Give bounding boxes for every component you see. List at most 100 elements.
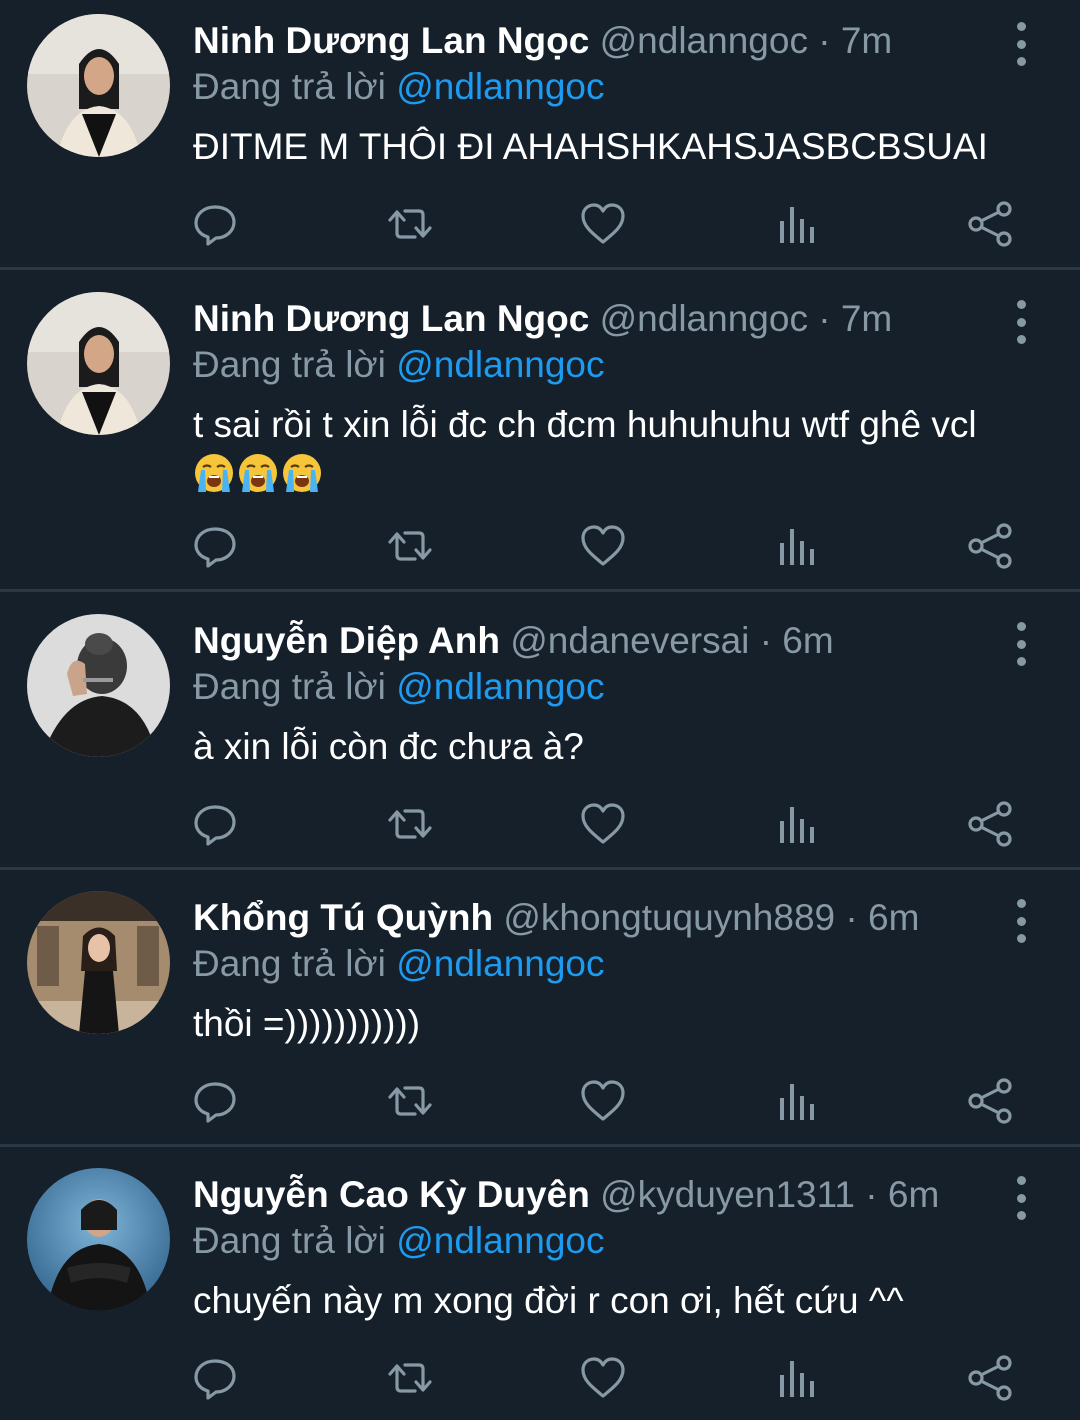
reply-button[interactable]: [190, 799, 240, 849]
timestamp[interactable]: 7m: [841, 20, 892, 61]
timestamp[interactable]: 7m: [841, 298, 892, 339]
reply-icon: [190, 521, 240, 571]
more-vertical-icon: [1016, 22, 1026, 31]
reply-mention-link[interactable]: @ndlanngoc: [396, 943, 604, 984]
share-button[interactable]: [966, 199, 1016, 249]
tweet-header: Ninh Dương Lan Ngọc @ndlanngoc · 7m: [193, 296, 990, 342]
tweet-item[interactable]: Nguyễn Diệp Anh @ndaneversai · 6m Đang t…: [0, 592, 1080, 870]
display-name[interactable]: Khổng Tú Quỳnh: [193, 897, 493, 938]
heart-icon: [578, 1076, 628, 1126]
reply-icon: [190, 1076, 240, 1126]
analytics-icon: [771, 1353, 821, 1403]
share-icon: [966, 1353, 1016, 1403]
emoji-row: [193, 448, 1020, 494]
display-name[interactable]: Nguyễn Cao Kỳ Duyên: [193, 1174, 590, 1215]
tweet-item[interactable]: Ninh Dương Lan Ngọc @ndlanngoc · 7m Đang…: [0, 270, 1080, 592]
analytics-icon: [771, 521, 821, 571]
retweet-button[interactable]: [385, 199, 435, 249]
timestamp[interactable]: 6m: [868, 897, 919, 938]
like-button[interactable]: [578, 799, 628, 849]
avatar[interactable]: [27, 1168, 170, 1311]
retweet-icon: [385, 521, 435, 571]
reply-button[interactable]: [190, 521, 240, 571]
analytics-button[interactable]: [771, 521, 821, 571]
separator-dot: ·: [818, 20, 831, 61]
reply-mention-link[interactable]: @ndlanngoc: [396, 666, 604, 707]
analytics-button[interactable]: [771, 1076, 821, 1126]
avatar-photo-icon: [27, 1168, 170, 1311]
timestamp[interactable]: 6m: [782, 620, 833, 661]
replying-to-label: Đang trả lời: [193, 666, 386, 707]
separator-dot: ·: [759, 620, 773, 661]
more-options-button[interactable]: [1006, 300, 1036, 344]
replying-to: Đang trả lời @ndlanngoc: [193, 64, 605, 110]
retweet-button[interactable]: [385, 1076, 435, 1126]
loudly-crying-face-icon: [283, 454, 321, 493]
tweet-header: Ninh Dương Lan Ngọc @ndlanngoc · 7m: [193, 18, 990, 64]
reply-mention-link[interactable]: @ndlanngoc: [396, 1220, 604, 1261]
retweet-button[interactable]: [385, 799, 435, 849]
user-handle[interactable]: @kyduyen1311: [600, 1174, 855, 1215]
like-button[interactable]: [578, 1353, 628, 1403]
user-handle[interactable]: @ndaneversai: [510, 620, 749, 661]
reply-mention-link[interactable]: @ndlanngoc: [396, 344, 604, 385]
analytics-button[interactable]: [771, 799, 821, 849]
share-icon: [966, 199, 1016, 249]
replying-to: Đang trả lời @ndlanngoc: [193, 941, 605, 987]
tweet-text: t sai rồi t xin lỗi đc ch đcm huhuhuhu w…: [193, 404, 977, 445]
more-options-button[interactable]: [1006, 1176, 1036, 1220]
avatar[interactable]: [27, 292, 170, 435]
reply-button[interactable]: [190, 199, 240, 249]
tweet-actions: [0, 1076, 1080, 1126]
share-button[interactable]: [966, 521, 1016, 571]
separator-dot: ·: [818, 298, 831, 339]
reply-icon: [190, 1353, 240, 1403]
reply-button[interactable]: [190, 1076, 240, 1126]
tweet-text: à xin lỗi còn đc chưa à?: [193, 726, 584, 767]
retweet-button[interactable]: [385, 521, 435, 571]
replying-to: Đang trả lời @ndlanngoc: [193, 664, 605, 710]
retweet-button[interactable]: [385, 1353, 435, 1403]
tweet-item[interactable]: Nguyễn Cao Kỳ Duyên @kyduyen1311 · 6m Đa…: [0, 1147, 1080, 1420]
tweet-item[interactable]: Khổng Tú Quỳnh @khongtuquynh889 · 6m Đan…: [0, 870, 1080, 1147]
heart-icon: [578, 799, 628, 849]
avatar-photo-icon: [27, 614, 170, 757]
tweet-item[interactable]: Ninh Dương Lan Ngọc @ndlanngoc · 7m Đang…: [0, 0, 1080, 270]
more-options-button[interactable]: [1006, 899, 1036, 943]
avatar[interactable]: [27, 14, 170, 157]
timestamp[interactable]: 6m: [888, 1174, 939, 1215]
heart-icon: [578, 521, 628, 571]
separator-dot: ·: [845, 897, 858, 938]
more-options-button[interactable]: [1006, 622, 1036, 666]
tweet-header: Nguyễn Cao Kỳ Duyên @kyduyen1311 · 6m: [193, 1172, 990, 1218]
retweet-icon: [385, 799, 435, 849]
like-button[interactable]: [578, 1076, 628, 1126]
analytics-button[interactable]: [771, 199, 821, 249]
display-name[interactable]: Ninh Dương Lan Ngọc: [193, 20, 589, 61]
tweet-actions: [0, 799, 1080, 849]
avatar[interactable]: [27, 891, 170, 1034]
reply-mention-link[interactable]: @ndlanngoc: [396, 66, 604, 107]
share-button[interactable]: [966, 1353, 1016, 1403]
user-handle[interactable]: @khongtuquynh889: [503, 897, 835, 938]
display-name[interactable]: Ninh Dương Lan Ngọc: [193, 298, 589, 339]
user-handle[interactable]: @ndlanngoc: [600, 298, 808, 339]
tweet-actions: [0, 1353, 1080, 1403]
like-button[interactable]: [578, 199, 628, 249]
share-button[interactable]: [966, 799, 1016, 849]
avatar-photo-icon: [27, 14, 170, 157]
more-options-button[interactable]: [1006, 22, 1036, 66]
tweet-text: ĐITME M THÔI ĐI AHAHSHKAHSJASBCBSUAI: [193, 126, 988, 167]
like-button[interactable]: [578, 521, 628, 571]
share-button[interactable]: [966, 1076, 1016, 1126]
more-vertical-icon: [1016, 622, 1026, 631]
avatar[interactable]: [27, 614, 170, 757]
more-vertical-icon: [1016, 300, 1026, 309]
analytics-button[interactable]: [771, 1353, 821, 1403]
share-icon: [966, 1076, 1016, 1126]
user-handle[interactable]: @ndlanngoc: [600, 20, 808, 61]
display-name[interactable]: Nguyễn Diệp Anh: [193, 620, 500, 661]
avatar-photo-icon: [27, 891, 170, 1034]
heart-icon: [578, 1353, 628, 1403]
reply-button[interactable]: [190, 1353, 240, 1403]
